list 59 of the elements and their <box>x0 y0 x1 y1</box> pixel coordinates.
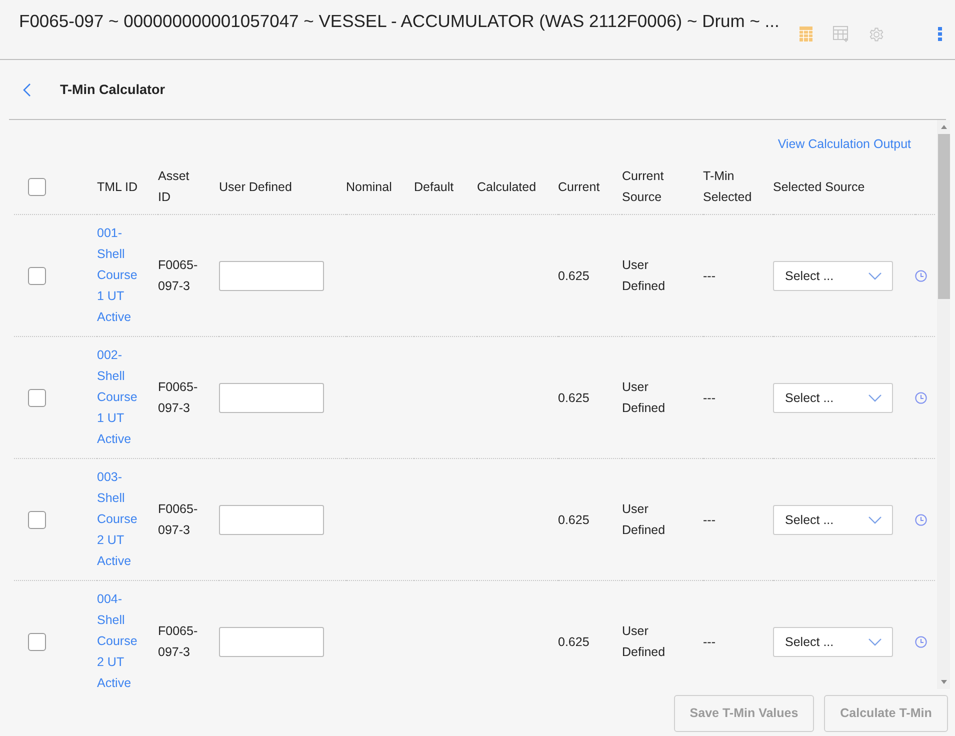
source-dropdown[interactable]: Select ... <box>773 504 893 534</box>
back-icon[interactable] <box>23 82 31 96</box>
window-title: F0065-097 ~ 000000000001057047 ~ VESSEL - ACCUMULATOR (WAS 2112F0006) ~ Drum ~ ... <box>19 11 780 32</box>
column-header: Default <box>414 178 455 196</box>
value-input[interactable] <box>219 260 324 290</box>
chevron-down-icon <box>868 272 882 280</box>
chevron-down-icon <box>868 516 882 524</box>
table-cell-text: User Defined <box>622 500 666 538</box>
table-cell-text: F0065-097-3 <box>158 378 199 416</box>
table-cell: --- <box>703 390 716 404</box>
table-cell-text: F0065-097-3 <box>158 622 199 660</box>
column-header: Selected Source <box>773 178 866 196</box>
source-dropdown[interactable]: Select ... <box>773 626 893 656</box>
clock-icon[interactable] <box>915 270 927 282</box>
column-header: Current Source <box>622 168 665 206</box>
settings-icon[interactable] <box>869 26 884 42</box>
clock-icon[interactable] <box>915 636 927 648</box>
checkbox[interactable] <box>28 178 46 196</box>
page-title: T-Min Calculator <box>60 82 166 97</box>
table-cell: --- <box>703 634 716 648</box>
table-cell-text: F0065-097-3 <box>158 256 199 294</box>
column-header: Current <box>558 178 601 196</box>
table-cell-text: User Defined <box>622 256 666 294</box>
value-input[interactable] <box>219 626 324 656</box>
table-cell-text: User Defined <box>622 622 666 660</box>
tml-id-link[interactable]: 004-Shell Course 2 UT Active <box>97 589 145 689</box>
value-input[interactable] <box>219 382 324 412</box>
view-output-link[interactable]: View Calculation Output <box>778 137 911 160</box>
table-cell: --- <box>703 268 716 282</box>
tml-id-link[interactable]: 001-Shell Course 1 UT Active <box>97 223 145 328</box>
column-header: Calculated <box>477 178 535 196</box>
clock-icon[interactable] <box>915 514 927 526</box>
checkbox[interactable] <box>28 510 46 528</box>
table-cell: --- <box>703 512 716 526</box>
checkbox[interactable] <box>28 266 46 284</box>
source-dropdown[interactable]: Select ... <box>773 260 893 290</box>
table-cell-text: F0065-097-3 <box>158 500 199 538</box>
tml-id-link[interactable]: 003-Shell Course 2 UT Active <box>97 467 145 572</box>
chevron-down-icon <box>868 394 882 402</box>
value-input[interactable] <box>219 504 324 534</box>
clock-icon[interactable] <box>915 392 927 404</box>
column-header: User Defined <box>219 178 293 196</box>
column-header: TML ID <box>97 178 139 196</box>
table-cell: 0.625 <box>558 512 590 526</box>
column-header: T-Min Selected <box>703 168 753 206</box>
table-cell: 0.625 <box>558 268 590 282</box>
source-dropdown[interactable]: Select ... <box>773 382 893 412</box>
chevron-down-icon <box>868 638 882 646</box>
table-cell: 0.625 <box>558 390 590 404</box>
column-header: Nominal <box>346 178 393 196</box>
more-menu-icon[interactable] <box>938 27 942 41</box>
checkbox[interactable] <box>28 388 46 406</box>
tml-id-link[interactable]: 002-Shell Course 1 UT Active <box>97 345 145 450</box>
table-cell: 0.625 <box>558 634 590 648</box>
table-add-icon[interactable] <box>833 26 850 42</box>
column-header: Asset ID <box>158 168 190 206</box>
scrollbar[interactable] <box>937 120 950 689</box>
table-cell-text: User Defined <box>622 378 666 416</box>
checkbox[interactable] <box>28 632 46 650</box>
